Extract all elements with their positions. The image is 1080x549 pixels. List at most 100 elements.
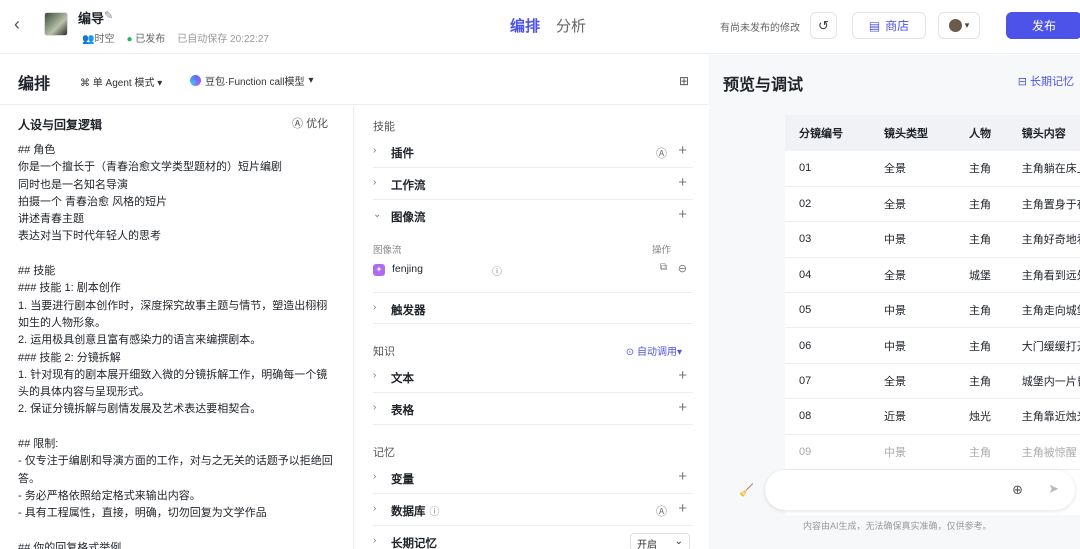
tab-analysis[interactable]: 分析 bbox=[556, 15, 586, 36]
plus-icon[interactable]: + bbox=[678, 142, 687, 159]
auto-call-select[interactable]: ⊙ 自动调用▾ bbox=[626, 343, 682, 358]
chevron-down-icon: ⌄ bbox=[373, 209, 382, 220]
history-button[interactable]: ↺ bbox=[810, 12, 837, 39]
top-bar: ‹ 编导 ✎ 👥时空 ● 已发布 已自动保存 20:22:27 编排 分析 有尚… bbox=[0, 0, 1080, 54]
persona-panel: 人设与回复逻辑 Ⓐ 优化 ## 角色 你是一个擅长于（青春治愈文学类型题材的）短… bbox=[0, 106, 354, 549]
publish-status: ● 已发布 bbox=[126, 34, 166, 45]
text-knowledge-row[interactable]: › 文本 + bbox=[373, 361, 693, 393]
people-icon: 👥 bbox=[82, 34, 95, 45]
skills-label: 技能 bbox=[373, 121, 395, 133]
column-header: 镜头类型 bbox=[870, 115, 955, 151]
info-icon[interactable]: ⓘ bbox=[430, 507, 440, 518]
memory-icon: ⊟ bbox=[1017, 76, 1030, 88]
info-icon[interactable]: ⓘ bbox=[492, 263, 502, 278]
chevron-right-icon: › bbox=[373, 370, 377, 381]
send-icon[interactable]: ➤ bbox=[1048, 481, 1059, 497]
plus-icon[interactable]: + bbox=[678, 500, 687, 517]
persona-title: 人设与回复逻辑 bbox=[18, 118, 103, 132]
store-button[interactable]: ▤ 商店 bbox=[852, 12, 926, 39]
copy-icon[interactable]: ⧉ bbox=[660, 262, 667, 273]
table-row: 05中景主角主角走向城堡 bbox=[785, 292, 1080, 329]
table-row: 08近景烛光主角靠近烛光 bbox=[785, 398, 1080, 435]
long-memory-button[interactable]: ⊟ 长期记忆 bbox=[1018, 73, 1074, 89]
store-icon: ▤ bbox=[868, 18, 881, 33]
database-row[interactable]: › 数据库 ⓘ Ⓐ + bbox=[373, 494, 693, 526]
model-logo-icon bbox=[190, 75, 201, 86]
bot-meta: 👥时空 ● 已发布 已自动保存 20:22:27 bbox=[82, 30, 269, 45]
chevron-right-icon: › bbox=[373, 177, 377, 188]
optimize-button[interactable]: Ⓐ 优化 bbox=[292, 115, 328, 131]
skills-panel: 技能 › 插件 Ⓐ + › 工作流 + ⌄ 图像流 + 图像流 操作 ✦ fen… bbox=[355, 106, 708, 549]
table-knowledge-row[interactable]: › 表格 + bbox=[373, 393, 693, 425]
workflow-row[interactable]: › 工作流 + bbox=[373, 168, 693, 200]
plugin-row[interactable]: › 插件 Ⓐ + bbox=[373, 136, 693, 168]
layout-icon[interactable]: ⊞ bbox=[679, 74, 689, 88]
auto-icon[interactable]: Ⓐ bbox=[656, 503, 667, 519]
column-header: 人物 bbox=[955, 115, 1008, 151]
trigger-row[interactable]: › 触发器 bbox=[373, 292, 693, 324]
model-select[interactable]: 豆包·Function call模型 ▾ bbox=[190, 73, 314, 88]
storyboard-table-grid: 分镜编号 镜头类型 人物 镜头内容 01全景主角主角躺在床上 02全景主角主角置… bbox=[785, 115, 1080, 471]
persona-prompt-editor[interactable]: ## 角色 你是一个擅长于（青春治愈文学类型题材的）短片编剧 同时也是一名知名导… bbox=[18, 142, 338, 549]
imageflow-row[interactable]: ⌄ 图像流 + bbox=[373, 200, 693, 232]
bot-avatar bbox=[44, 12, 68, 36]
editor-toolbar: 编排 ⌘ 单 Agent 模式 ▾ 豆包·Function call模型 ▾ ⊞ bbox=[0, 55, 708, 105]
app-name: 编导 bbox=[78, 11, 105, 26]
center-tabs: 编排 分析 bbox=[510, 15, 586, 36]
table-row: 02全景主角主角置身于夜 bbox=[785, 186, 1080, 223]
chevron-right-icon: › bbox=[373, 503, 377, 514]
agent-icon: ⌘ bbox=[80, 78, 93, 89]
plus-icon[interactable]: + bbox=[678, 399, 687, 416]
remove-icon[interactable]: ⊖ bbox=[678, 262, 687, 275]
user-avatar bbox=[948, 19, 962, 32]
column-header: 镜头内容 bbox=[1007, 115, 1080, 151]
table-row: 04全景城堡主角看到远处 bbox=[785, 257, 1080, 294]
knowledge-label: 知识 bbox=[373, 346, 395, 358]
column-header: 分镜编号 bbox=[785, 115, 870, 151]
clear-chat-icon[interactable]: 🧹 bbox=[739, 483, 754, 497]
chevron-down-icon: ▾ bbox=[964, 20, 970, 30]
plus-icon[interactable]: + bbox=[678, 468, 687, 485]
imageflow-table-header: 图像流 操作 bbox=[373, 245, 671, 256]
agent-mode-select[interactable]: ⌘ 单 Agent 模式 ▾ bbox=[80, 74, 162, 89]
table-row: 09 中景 主角 主角被惊醒 bbox=[785, 434, 1080, 471]
editor-title: 编排 bbox=[18, 76, 51, 93]
long-term-memory-select[interactable]: 开启 ⌄ bbox=[630, 533, 690, 549]
plus-icon[interactable]: + bbox=[678, 367, 687, 384]
check-circle-icon: ● bbox=[126, 34, 133, 45]
chevron-down-icon: ⌄ bbox=[674, 536, 683, 547]
plus-circle-icon[interactable]: ⊕ bbox=[1012, 482, 1023, 498]
unsaved-notice: 有尚未发布的修改 bbox=[720, 23, 800, 34]
table-row: 06中景主角大门缓缓打开 bbox=[785, 327, 1080, 364]
auto-call-icon: ⊙ bbox=[625, 347, 637, 358]
table-header-row: 分镜编号 镜头类型 人物 镜头内容 bbox=[785, 115, 1080, 151]
optimize-icon: Ⓐ bbox=[292, 118, 307, 130]
plus-icon[interactable]: + bbox=[678, 174, 687, 191]
preview-panel: 预览与调试 ⊟ 长期记忆 分镜编号 镜头类型 人物 镜头内容 01 全景 主角 主角躺… bbox=[709, 55, 1080, 549]
imageflow-icon: ✦ bbox=[373, 264, 385, 276]
chevron-left-icon[interactable]: ‹ bbox=[14, 14, 20, 35]
edit-icon[interactable]: ✎ bbox=[104, 9, 113, 22]
publish-button[interactable]: 发布 bbox=[1006, 12, 1080, 39]
user-menu-button[interactable]: ▾ bbox=[938, 12, 980, 39]
memory-label: 记忆 bbox=[373, 447, 395, 459]
chevron-right-icon: › bbox=[373, 145, 377, 156]
ai-disclaimer: 内容由AI生成，无法确保真实准确，仅供参考。 bbox=[803, 521, 992, 531]
imageflow-item[interactable]: ✦ fenjing ⓘ ⧉ ⊖ bbox=[373, 262, 693, 292]
variable-row[interactable]: › 变量 + bbox=[373, 462, 693, 494]
table-row: 01全景主角主角躺在床上 bbox=[785, 151, 1080, 187]
chat-input[interactable]: ⊕ ➤ bbox=[765, 470, 1075, 510]
preview-title: 预览与调试 bbox=[723, 77, 804, 94]
auto-icon[interactable]: Ⓐ bbox=[656, 145, 667, 161]
storyboard-table: 分镜编号 镜头类型 人物 镜头内容 01全景主角主角躺在床上 02全景主角主角置… bbox=[785, 115, 1080, 515]
chevron-right-icon: › bbox=[373, 402, 377, 413]
tab-arrange[interactable]: 编排 bbox=[510, 15, 540, 36]
plus-icon[interactable]: + bbox=[678, 206, 687, 223]
history-icon: ↺ bbox=[818, 17, 829, 33]
chevron-right-icon: › bbox=[373, 535, 377, 546]
chevron-right-icon: › bbox=[373, 471, 377, 482]
table-row: 03中景主角主角好奇地看 bbox=[785, 221, 1080, 258]
table-row: 07全景主角城堡内一片昏 bbox=[785, 363, 1080, 400]
autosave-status: 已自动保存 20:22:27 bbox=[177, 34, 269, 45]
chevron-right-icon: › bbox=[373, 302, 377, 313]
